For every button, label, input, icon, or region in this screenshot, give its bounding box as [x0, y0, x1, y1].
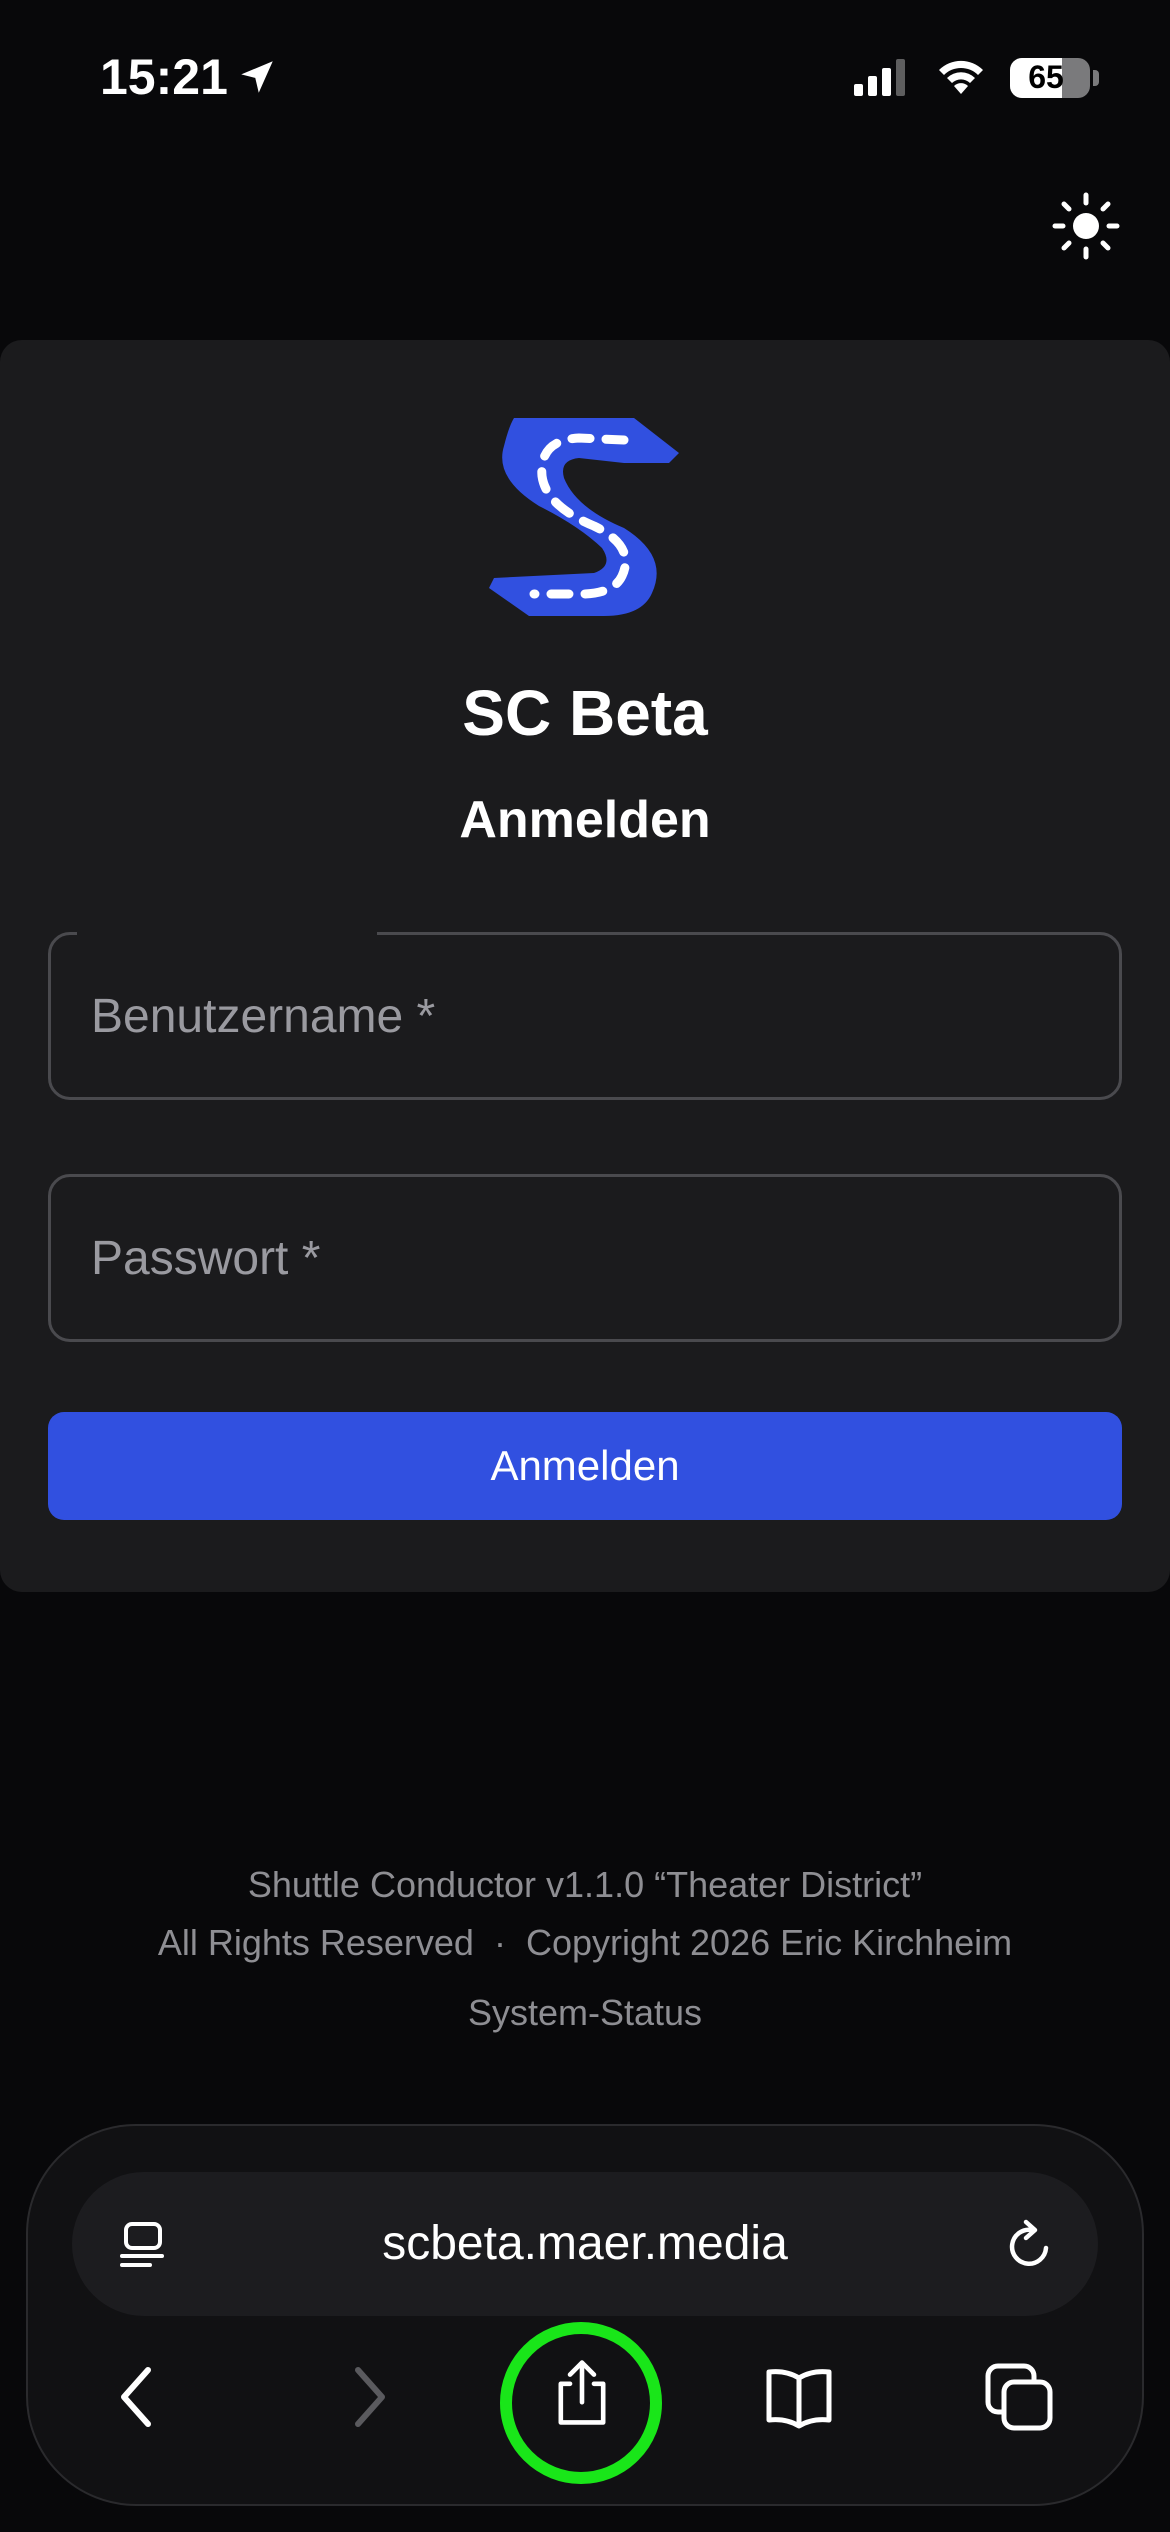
forward-icon[interactable]: [332, 2362, 402, 2432]
system-status-link[interactable]: System-Status: [0, 1992, 1170, 2034]
battery-percent: 65: [1028, 59, 1064, 95]
location-arrow-icon: [241, 61, 273, 93]
status-time: 15:21: [100, 49, 228, 105]
password-label: Passwort *: [91, 1232, 321, 1285]
field-notch: [77, 931, 377, 937]
login-heading: Anmelden: [459, 791, 711, 849]
app-title: SC Beta: [462, 677, 708, 749]
battery-indicator: 65: [1010, 58, 1090, 98]
copyright-text: All Rights Reserved · Copyright 2026 Eri…: [157, 1922, 1013, 1963]
tabs-icon[interactable]: [984, 2362, 1054, 2432]
wifi-icon: [939, 60, 983, 94]
page: 15:21 65 SC Beta Anmelden Benutzername *…: [0, 0, 1170, 2532]
username-label: Benutzername *: [91, 990, 436, 1043]
reader-icon[interactable]: [116, 2218, 170, 2272]
username-field[interactable]: Benutzername *: [48, 931, 1122, 1100]
password-field[interactable]: Passwort *: [48, 1174, 1122, 1342]
share-icon[interactable]: [547, 2358, 617, 2428]
url-text[interactable]: scbeta.maer.media: [200, 2216, 970, 2271]
bookmarks-icon[interactable]: [764, 2362, 834, 2432]
sun-icon[interactable]: [1052, 192, 1120, 260]
battery-tip: [1093, 70, 1099, 86]
login-button[interactable]: Anmelden: [48, 1412, 1122, 1520]
version-text: Shuttle Conductor v1.1.0 “Theater Distri…: [247, 1864, 923, 1905]
back-icon[interactable]: [104, 2362, 174, 2432]
reload-icon[interactable]: [1002, 2218, 1058, 2274]
cellular-signal-icon: [854, 59, 905, 96]
app-logo: [489, 418, 679, 616]
